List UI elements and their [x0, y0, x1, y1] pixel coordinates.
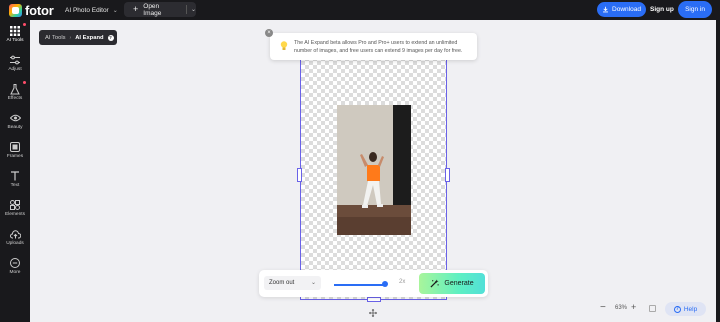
help-circle-icon: ? [673, 305, 681, 313]
left-resize-handle[interactable] [297, 168, 302, 182]
sidebar-item-elements[interactable]: Elements [0, 196, 30, 222]
elements-icon [9, 199, 21, 211]
sidebar-item-label: Frames [6, 154, 24, 159]
tooltip-text: The AI Expand beta allows Pro and Pro+ u… [294, 40, 463, 54]
editor-menu-label: AI Photo Editor [65, 6, 109, 14]
zoom-mode-select[interactable]: Zoom out ⌄ [264, 276, 321, 290]
sidebar-item-text[interactable]: Text [0, 167, 30, 193]
breadcrumb-parent[interactable]: AI Tools [45, 35, 66, 41]
download-icon [603, 6, 608, 13]
help-label: Help [683, 305, 698, 313]
sign-in-button[interactable]: Sign in [678, 1, 712, 18]
bottom-resize-handle[interactable] [367, 297, 381, 302]
zoom-in-button[interactable]: + [631, 302, 636, 312]
generate-label: Generate [444, 280, 474, 287]
plus-icon: + [133, 4, 139, 14]
sidebar-item-label: Beauty [7, 125, 23, 130]
sidebar-item-label: Adjust [8, 67, 22, 72]
sidebar-item-label: Effects [7, 96, 23, 101]
photo-image [337, 105, 411, 235]
sidebar-item-beauty[interactable]: Beauty [0, 109, 30, 135]
chevron-down-icon: ⌄ [112, 7, 118, 14]
help-button[interactable]: ? Help [665, 302, 706, 316]
chevron-down-icon[interactable]: ⌄ [191, 6, 196, 13]
sidebar-item-label: AI Tools [6, 38, 24, 43]
compare-icon[interactable] [649, 305, 656, 312]
magic-wand-icon [430, 279, 440, 288]
chevron-down-icon: ⌄ [310, 280, 316, 286]
help-circle-icon[interactable]: ? [107, 34, 114, 41]
right-edge-bar [716, 20, 720, 322]
text-icon [9, 170, 21, 182]
fotor-logo[interactable]: fotor [9, 2, 54, 18]
scale-slider-track[interactable] [334, 284, 387, 286]
logo-text: fotor [25, 2, 54, 18]
frame-icon [9, 141, 21, 153]
zoom-mode-value: Zoom out [269, 280, 295, 286]
left-sidebar: AI Tools Adjust Effects Beauty Frames Te… [0, 20, 30, 322]
source-photo[interactable] [337, 105, 411, 235]
move-icon[interactable] [369, 309, 377, 317]
scale-slider-thumb[interactable] [382, 281, 388, 287]
sign-up-link[interactable]: Sign up [650, 2, 674, 17]
open-image-button[interactable]: + Open Image ⌄ [124, 2, 196, 17]
sidebar-item-ai-tools[interactable]: AI Tools [0, 22, 30, 48]
close-icon[interactable]: × [265, 29, 273, 37]
zoom-out-button[interactable]: − [600, 302, 606, 313]
sidebar-item-uploads[interactable]: Uploads [0, 225, 30, 251]
download-label: Download [612, 6, 641, 13]
cloud-upload-icon [9, 228, 21, 240]
logo-mark-icon [9, 3, 22, 17]
lightbulb-icon [280, 41, 288, 50]
right-resize-handle[interactable] [445, 168, 450, 182]
breadcrumb: AI Tools › AI Expand ? [39, 30, 117, 45]
scale-value: 2x [399, 279, 406, 285]
sidebar-item-effects[interactable]: Effects [0, 80, 30, 106]
editor-menu[interactable]: AI Photo Editor ⌄ [65, 3, 118, 17]
sidebar-item-more[interactable]: More [0, 254, 30, 280]
more-icon [9, 257, 21, 269]
sidebar-item-frames[interactable]: Frames [0, 138, 30, 164]
sidebar-item-adjust[interactable]: Adjust [0, 51, 30, 77]
top-bar: fotor AI Photo Editor ⌄ + Open Image ⌄ D… [0, 0, 720, 20]
sidebar-item-label: More [9, 270, 21, 275]
sliders-icon [9, 54, 21, 66]
divider [185, 5, 187, 14]
info-tooltip: The AI Expand beta allows Pro and Pro+ u… [270, 33, 477, 60]
sidebar-item-label: Elements [5, 212, 25, 217]
notification-dot [23, 81, 26, 84]
sidebar-item-label: Text [10, 183, 20, 188]
open-image-label: Open Image [143, 2, 162, 17]
eye-icon [9, 112, 21, 124]
sidebar-item-label: Uploads [6, 241, 24, 246]
chevron-right-icon: › [69, 34, 72, 41]
breadcrumb-current: AI Expand [75, 34, 104, 41]
flask-icon [9, 83, 21, 95]
zoom-percent: 63% [615, 305, 628, 311]
notification-dot [23, 23, 26, 26]
download-button[interactable]: Download [597, 2, 646, 17]
expand-controls-panel: Zoom out ⌄ 2x Generate [259, 270, 488, 297]
generate-button[interactable]: Generate [419, 273, 485, 294]
grid-icon [9, 25, 21, 37]
